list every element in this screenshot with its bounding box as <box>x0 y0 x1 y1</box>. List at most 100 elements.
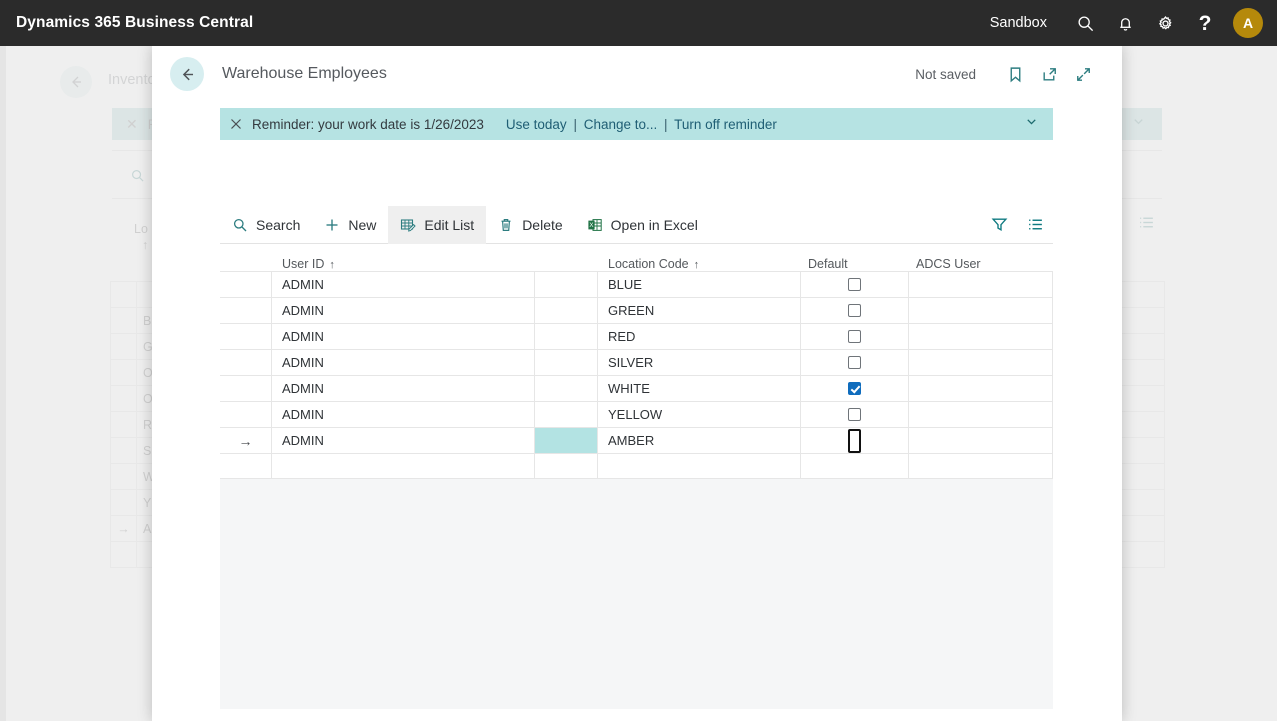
table-row[interactable]: ADMIN YELLOW <box>220 401 1053 427</box>
cell-spacer[interactable] <box>535 454 598 478</box>
bell-icon[interactable] <box>1105 0 1145 46</box>
cell-default[interactable] <box>801 298 909 323</box>
cell-default[interactable] <box>801 350 909 375</box>
row-selector-cell[interactable]: → <box>220 428 272 453</box>
grid-header-default-label: Default <box>808 257 848 271</box>
delete-button[interactable]: Delete <box>486 206 574 244</box>
turn-off-reminder-link[interactable]: Turn off reminder <box>674 117 777 132</box>
gear-icon[interactable] <box>1145 0 1185 46</box>
cell-user-id[interactable] <box>272 454 535 478</box>
cell-adcs-user[interactable] <box>909 272 1053 297</box>
cell-adcs-user[interactable] <box>909 402 1053 427</box>
cell-spacer[interactable] <box>535 402 598 427</box>
cell-adcs-user[interactable] <box>909 376 1053 401</box>
row-selector-cell[interactable] <box>220 454 272 478</box>
open-in-new-window-icon[interactable] <box>1032 57 1066 91</box>
search-button-label: Search <box>256 216 301 233</box>
edit-list-button[interactable]: Edit List <box>388 205 487 244</box>
grid-header-default[interactable]: Default <box>801 246 909 271</box>
avatar[interactable]: A <box>1233 8 1263 38</box>
default-checkbox[interactable] <box>848 278 861 291</box>
row-selector-cell[interactable] <box>220 272 272 297</box>
cell-spacer[interactable] <box>535 298 598 323</box>
search-icon[interactable] <box>1065 0 1105 46</box>
grid-header-location-code-label: Location Code <box>608 257 689 271</box>
bookmark-icon[interactable] <box>998 57 1032 91</box>
cell-user-id[interactable]: ADMIN <box>272 350 535 375</box>
use-today-link[interactable]: Use today <box>506 117 567 132</box>
row-selected-arrow-icon: → <box>238 432 253 449</box>
default-checkbox[interactable] <box>848 382 861 395</box>
cell-adcs-user[interactable] <box>909 428 1053 453</box>
cell-spacer[interactable] <box>535 350 598 375</box>
chevron-down-icon[interactable] <box>1024 114 1039 134</box>
row-selector-cell[interactable] <box>220 402 272 427</box>
grid-body: ADMIN BLUE ADMIN GREEN ADMIN RED ADMIN SILVER AD… <box>220 271 1053 479</box>
cell-adcs-user[interactable] <box>909 324 1053 349</box>
cell-location-code[interactable]: WHITE <box>598 376 801 401</box>
row-selector-cell[interactable] <box>220 376 272 401</box>
grid-empty-area <box>220 479 1053 709</box>
cell-spacer[interactable] <box>535 376 598 401</box>
cell-adcs-user[interactable] <box>909 350 1053 375</box>
modal-header-actions: Not saved <box>915 57 1122 91</box>
cell-location-code[interactable]: YELLOW <box>598 402 801 427</box>
sort-ascending-icon: ↑ <box>329 259 335 271</box>
help-icon[interactable]: ? <box>1185 0 1225 46</box>
cell-location-code[interactable] <box>598 454 801 478</box>
table-row[interactable] <box>220 453 1053 479</box>
app-header-actions: Sandbox ? A <box>990 0 1277 46</box>
table-row[interactable]: → ADMIN AMBER <box>220 427 1053 453</box>
cell-location-code[interactable]: GREEN <box>598 298 801 323</box>
grid-header-user-id[interactable]: User ID ↑ <box>272 246 535 271</box>
cell-adcs-user[interactable] <box>909 298 1053 323</box>
expand-icon[interactable] <box>1066 57 1100 91</box>
grid-header-adcs-user[interactable]: ADCS User <box>909 246 1053 271</box>
cell-default[interactable] <box>801 428 909 453</box>
default-checkbox[interactable] <box>848 330 861 343</box>
cell-user-id[interactable]: ADMIN <box>272 402 535 427</box>
search-button[interactable]: Search <box>220 206 312 244</box>
default-checkbox[interactable] <box>848 428 861 453</box>
table-row[interactable]: ADMIN BLUE <box>220 271 1053 297</box>
cell-spacer[interactable] <box>535 272 598 297</box>
grid-header-gap <box>535 246 598 271</box>
cell-adcs-user[interactable] <box>909 454 1053 478</box>
default-checkbox[interactable] <box>848 408 861 421</box>
close-icon[interactable] <box>220 118 252 130</box>
table-row[interactable]: ADMIN GREEN <box>220 297 1053 323</box>
default-checkbox[interactable] <box>848 304 861 317</box>
table-row[interactable]: ADMIN SILVER <box>220 349 1053 375</box>
cell-spacer[interactable] <box>535 428 598 453</box>
cell-user-id[interactable]: ADMIN <box>272 298 535 323</box>
cell-user-id[interactable]: ADMIN <box>272 324 535 349</box>
cell-location-code[interactable]: AMBER <box>598 428 801 453</box>
cell-location-code[interactable]: RED <box>598 324 801 349</box>
cell-user-id[interactable]: ADMIN <box>272 428 535 453</box>
cell-default[interactable] <box>801 376 909 401</box>
default-checkbox[interactable] <box>848 356 861 369</box>
open-in-excel-button[interactable]: X Open in Excel <box>575 206 710 244</box>
list-view-icon[interactable] <box>1017 206 1053 244</box>
cell-user-id[interactable]: ADMIN <box>272 272 535 297</box>
row-selector-cell[interactable] <box>220 350 272 375</box>
save-status: Not saved <box>915 66 976 82</box>
row-selector-cell[interactable] <box>220 298 272 323</box>
cell-user-id[interactable]: ADMIN <box>272 376 535 401</box>
cell-spacer[interactable] <box>535 324 598 349</box>
filter-icon[interactable] <box>981 206 1017 244</box>
cell-default[interactable] <box>801 402 909 427</box>
new-button[interactable]: New <box>312 206 388 244</box>
table-row[interactable]: ADMIN RED <box>220 323 1053 349</box>
cell-default[interactable] <box>801 324 909 349</box>
modal-back-button[interactable] <box>170 57 204 91</box>
cell-location-code[interactable]: SILVER <box>598 350 801 375</box>
table-row[interactable]: ADMIN WHITE <box>220 375 1053 401</box>
grid-header-location-code[interactable]: Location Code ↑ <box>598 246 801 271</box>
change-to-link[interactable]: Change to... <box>584 117 658 132</box>
cell-location-code[interactable]: BLUE <box>598 272 801 297</box>
row-selector-cell[interactable] <box>220 324 272 349</box>
cell-default[interactable] <box>801 454 909 478</box>
app-title: Dynamics 365 Business Central <box>16 14 254 31</box>
cell-default[interactable] <box>801 272 909 297</box>
